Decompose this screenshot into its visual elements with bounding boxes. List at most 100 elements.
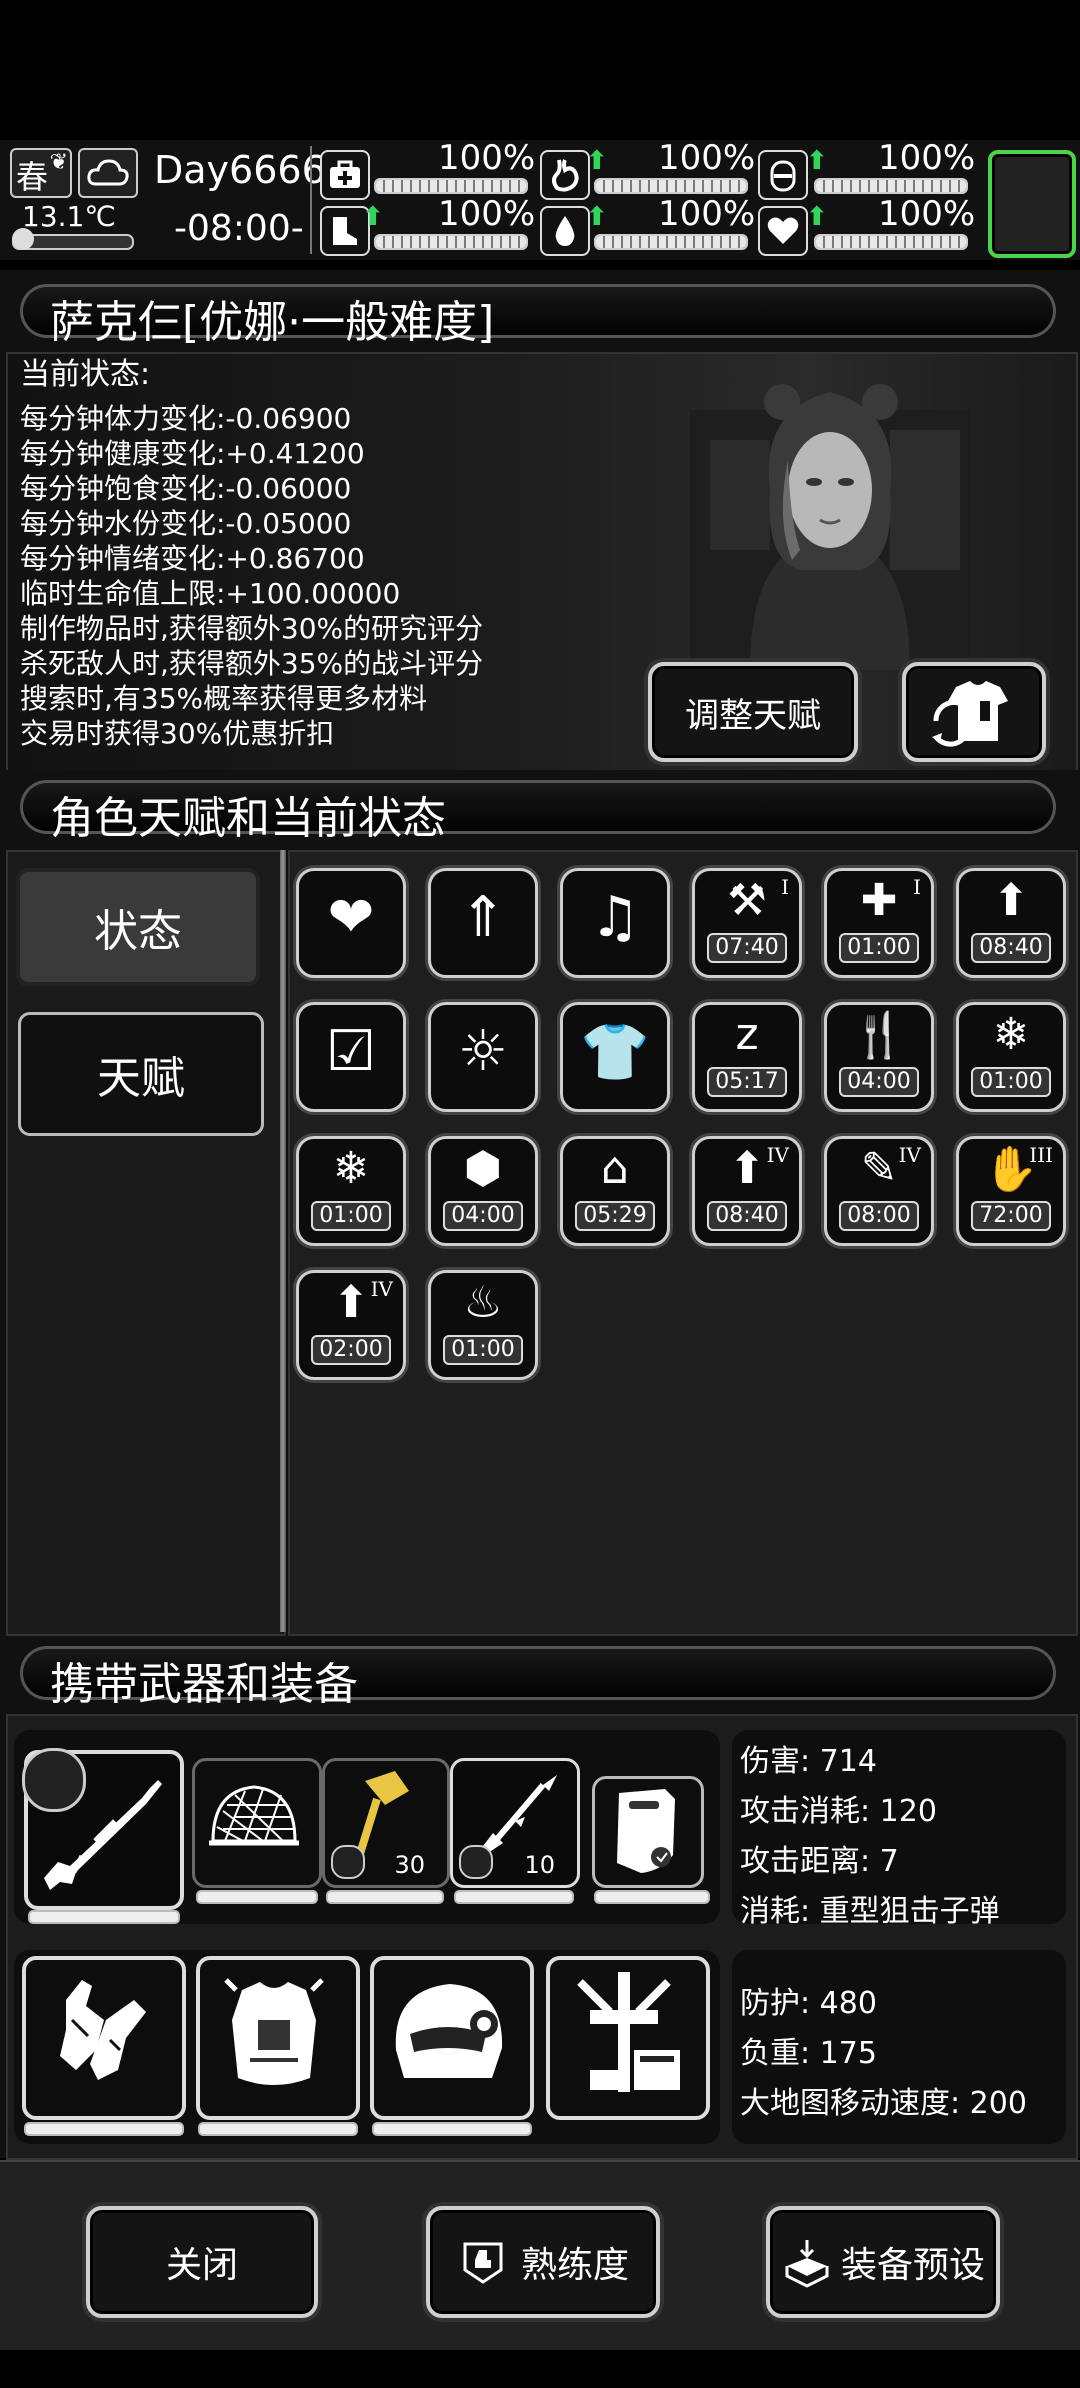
talent-slot[interactable]: ⬆ 08:40 [956,868,1066,978]
talent-timer: 04:00 [443,1201,523,1231]
bladder-value: 100% [878,138,976,178]
ammo-icon [331,1845,365,1879]
stomach-up-arrow: ⬆ [586,146,608,176]
talent-slot[interactable]: ✚ I 01:00 [824,868,934,978]
character-portrait [690,370,970,670]
medkit-icon[interactable] [320,150,370,200]
heart-icon: ❤ [327,885,375,950]
close-button[interactable]: 关闭 [86,2206,318,2318]
equipment-title-bar: 携带武器和装备 [20,1646,1056,1710]
talent-timer: 01:00 [311,1201,391,1231]
armor-slot-body[interactable] [196,1956,360,2120]
armor-slot-gloves[interactable] [22,1956,186,2120]
armor-protection: 防护: 480 [740,1986,877,2021]
armor-helmet-durability [372,2122,532,2136]
medkit-value: 100% [438,138,536,178]
proficiency-icon [463,2242,503,2284]
equipment-title: 携带武器和装备 [50,1659,358,1710]
bladder-icon[interactable] [758,150,808,200]
meal-icon: 🍴 [851,1010,907,1061]
quick-slot[interactable] [988,150,1076,258]
talent-slot[interactable]: ☼ [428,1002,538,1112]
talent-slot[interactable]: ☑ [296,1002,406,1112]
weapon-attack-cost: 攻击消耗: 120 [740,1794,937,1829]
day-counter: Day6666 [154,148,326,192]
armor-move-speed: 大地图移动速度: 200 [740,2086,1027,2121]
talent-timer: 08:40 [707,1201,787,1231]
talent-level: IV [370,1277,393,1301]
temperature-text: 13.1℃ [22,200,116,233]
close-label: 关闭 [165,2245,238,2286]
preset-box-icon [785,2240,829,2288]
talent-timer: 08:40 [971,933,1051,963]
proficiency-button[interactable]: 熟练度 [426,2206,660,2318]
talent-timer: 07:40 [707,933,787,963]
talent-slot[interactable]: ❄ 01:00 [296,1136,406,1246]
boot-bar [374,234,528,250]
weapon-slot-3[interactable]: 30 [322,1758,450,1888]
riot-shield-icon [617,1789,675,1873]
status-line: 制作物品时,获得额外30%的研究评分 [20,612,484,645]
weapon-slot-2[interactable] [192,1758,322,1888]
weapon-2-durability [196,1890,318,1904]
talent-slot[interactable]: z 05:17 [692,1002,802,1112]
weapon-main-durability [28,1910,180,1924]
talent-slot[interactable]: ⬆ IV 02:00 [296,1270,406,1380]
heart-value: 100% [878,194,976,234]
heart-up-arrow: ⬆ [806,202,828,232]
talent-slot[interactable]: ✎ IV 08:00 [824,1136,934,1246]
season-badge[interactable]: 春 ❦ [10,148,72,198]
talent-slot[interactable]: ♨ 01:00 [428,1270,538,1380]
snow-box-icon: ❄ [332,1143,370,1194]
bottom-strip [0,2350,1080,2388]
talent-timer: 05:29 [575,1201,655,1231]
water-drop-icon[interactable] [540,206,590,256]
weapon-3-durability [326,1890,444,1904]
talents-title-bar: 角色天赋和当前状态 [20,780,1056,844]
talent-slot[interactable]: 👕 [560,1002,670,1112]
talent-slot[interactable]: ⇑ [428,868,538,978]
talent-level: IV [766,1143,789,1167]
armor-slot-helmet[interactable] [370,1956,534,2120]
weapon-slot-main[interactable] [22,1748,184,1910]
weapon-damage: 伤害: 714 [740,1744,877,1779]
search-house-icon: ⌂ [601,1143,629,1194]
tab-talent[interactable]: 天赋 [18,1012,264,1136]
talent-slot[interactable]: ♫ [560,868,670,978]
talent-slot[interactable]: ❄ 01:00 [956,1002,1066,1112]
weapon-ammo-type: 消耗: 重型狙击子弹 [740,1894,1000,1929]
adjust-talent-button[interactable]: 调整天赋 [648,662,858,762]
tab-status[interactable]: 状态 [16,868,260,986]
talent-slot[interactable]: ⚒ I 07:40 [692,868,802,978]
talent-slot[interactable]: ⬆ IV 08:40 [692,1136,802,1246]
tabs-divider [280,850,286,1632]
proficiency-label: 熟练度 [520,2245,629,2286]
weather-cloud-icon[interactable] [78,148,138,198]
change-outfit-button[interactable] [902,662,1046,762]
bladder-bar [814,178,968,194]
weapon-4-durability [454,1890,574,1904]
heart-icon[interactable] [758,206,808,256]
leaf-icon: ❦ [49,150,68,175]
music-heart-icon: ♫ [589,885,641,950]
talent-slot[interactable]: ✋ III 72:00 [956,1136,1066,1246]
alarm-person-icon: ☼ [457,1019,509,1084]
stomach-icon[interactable] [540,150,590,200]
talent-level: I [913,875,921,899]
weapon-slot-5[interactable] [592,1776,704,1888]
adjust-talent-label: 调整天赋 [685,695,821,736]
ammo-icon [459,1845,493,1879]
season-label: 春 [16,158,49,196]
medkit-bar [374,178,528,194]
talent-slot[interactable]: ⌂ 05:29 [560,1136,670,1246]
talent-slot[interactable]: ❤ [296,868,406,978]
status-line: 每分钟健康变化:+0.41200 [20,437,365,470]
talent-slot[interactable]: ⬢ 04:00 [428,1136,538,1246]
talent-timer: 08:00 [839,1201,919,1231]
talent-slot[interactable]: 🍴 04:00 [824,1002,934,1112]
status-header: 当前状态: [20,357,151,392]
armor-gloves-durability [24,2122,184,2136]
equipment-preset-button[interactable]: 装备预设 [766,2206,1000,2318]
armor-slot-backpack[interactable] [546,1956,710,2120]
weapon-slot-4[interactable]: 10 [450,1758,580,1888]
